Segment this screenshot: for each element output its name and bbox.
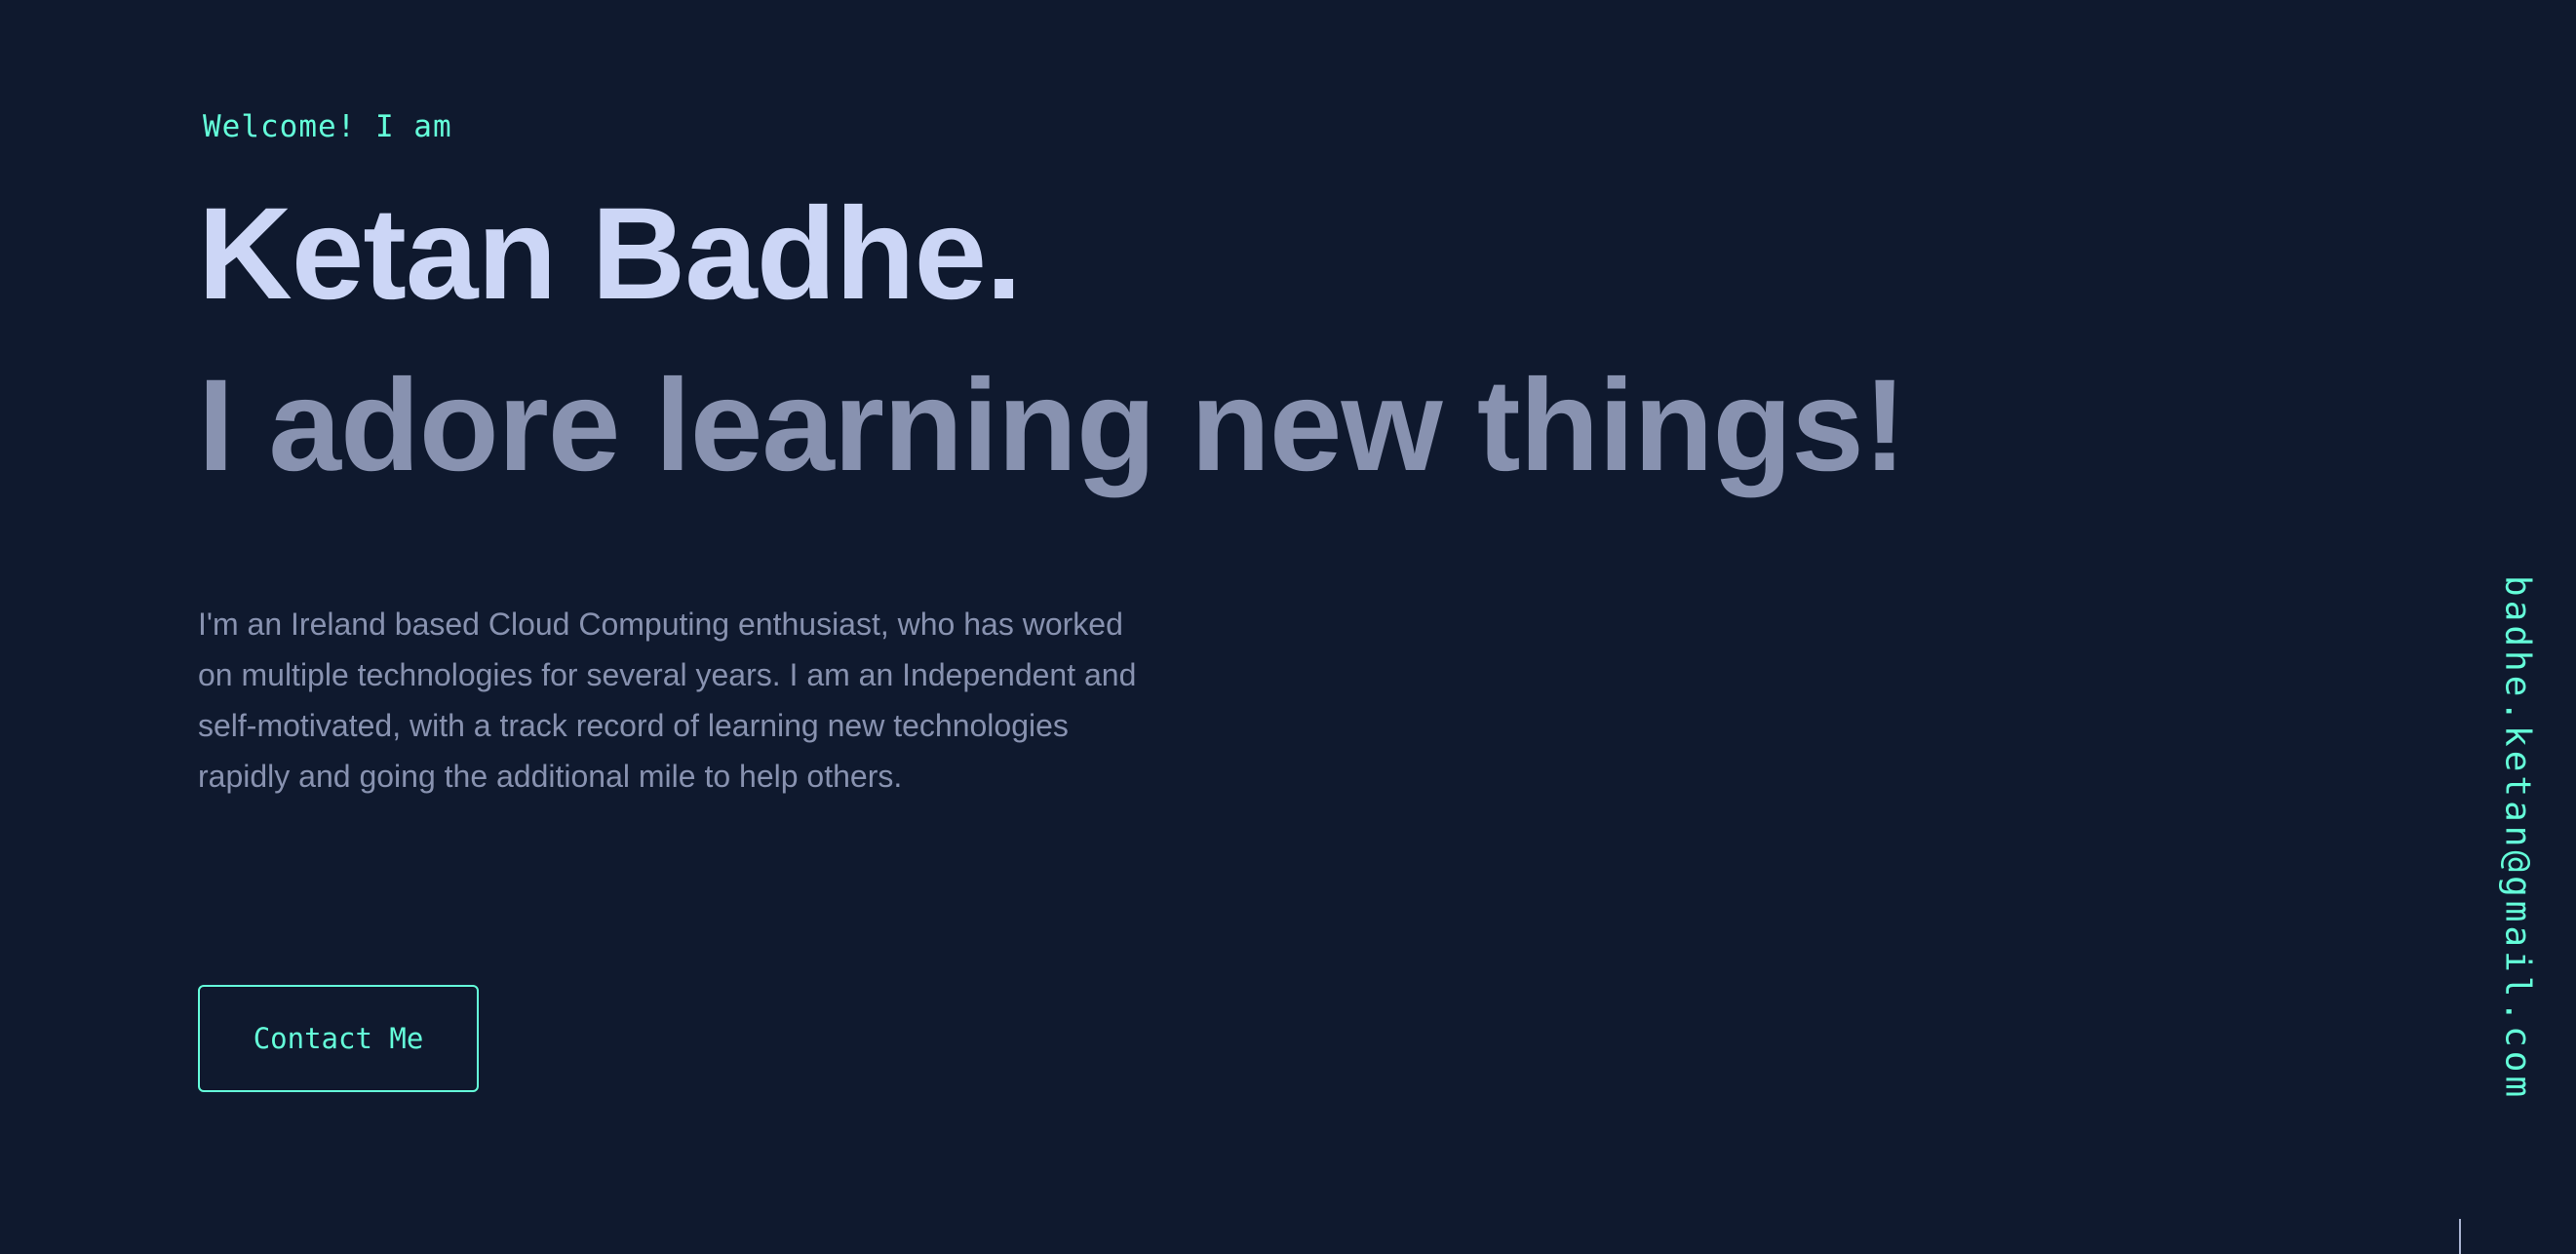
side-email-panel: badhe.ketan@gmail.com (2459, 0, 2576, 1254)
hero-section: Welcome! I am Ketan Badhe. I adore learn… (198, 0, 2050, 1254)
email-vertical-line (2459, 1219, 2461, 1254)
hero-tagline: I adore learning new things! (198, 353, 1906, 498)
hero-name: Ketan Badhe. (198, 181, 1022, 327)
greeting-text: Welcome! I am (203, 109, 452, 144)
contact-me-button[interactable]: Contact Me (198, 985, 479, 1092)
email-link[interactable]: badhe.ketan@gmail.com (2498, 575, 2538, 1101)
hero-bio: I'm an Ireland based Cloud Computing ent… (198, 607, 1137, 794)
